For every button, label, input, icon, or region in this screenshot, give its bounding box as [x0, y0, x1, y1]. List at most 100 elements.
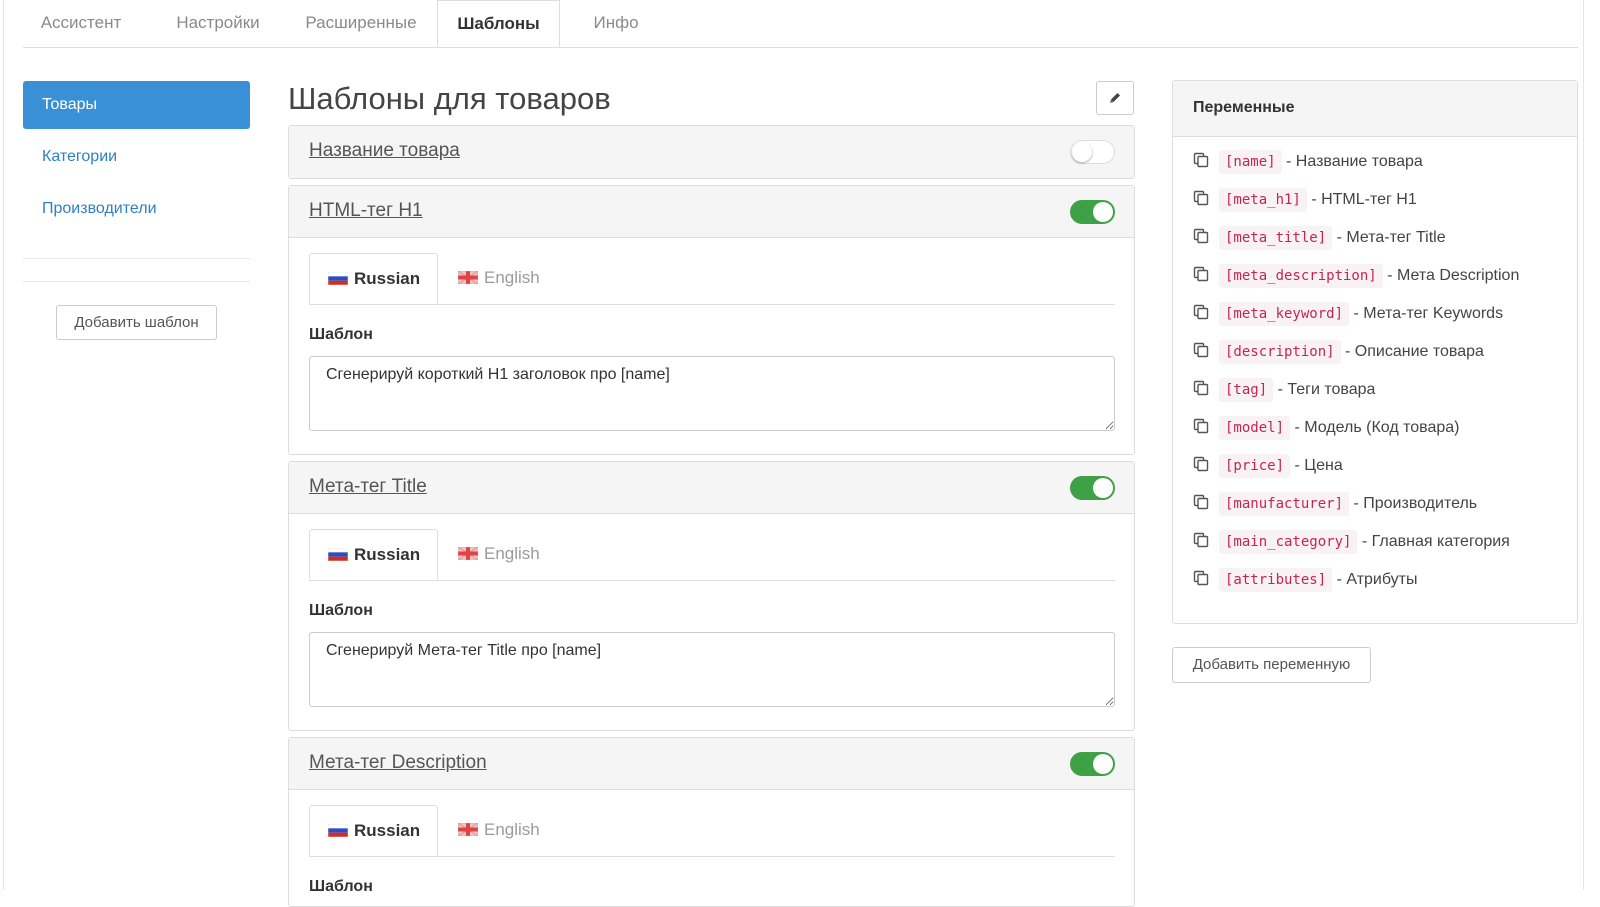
copy-icon[interactable] — [1193, 456, 1209, 472]
tab-english[interactable]: English — [458, 805, 540, 856]
tab-english[interactable]: English — [458, 253, 540, 304]
page-title: Шаблоны для товаров — [288, 81, 611, 116]
variable-description: - Производитель — [1353, 495, 1478, 512]
variable-code[interactable]: [meta_description] — [1219, 264, 1383, 288]
edit-button[interactable] — [1096, 81, 1134, 115]
pencil-icon — [1110, 93, 1120, 103]
tab-english[interactable]: English — [458, 529, 540, 580]
panel-header: Мета-тег Description — [289, 738, 1134, 790]
variable-code[interactable]: [manufacturer] — [1219, 492, 1350, 516]
russia-flag-icon — [328, 272, 348, 286]
copy-icon[interactable] — [1193, 266, 1209, 282]
variable-code[interactable]: [main_category] — [1219, 530, 1358, 554]
template-label: Шаблон — [309, 602, 373, 619]
language-tabs: Russian English — [309, 529, 1115, 581]
tab-info[interactable]: Инфо — [580, 0, 652, 47]
variable-item: [tag] - Теги товара — [1193, 375, 1375, 405]
enable-toggle[interactable] — [1070, 476, 1115, 500]
toggle-knob — [1093, 754, 1113, 774]
variable-item: [meta_description] - Мета Description — [1193, 261, 1519, 291]
variable-code[interactable]: [meta_title] — [1219, 226, 1333, 250]
toggle-knob — [1093, 478, 1113, 498]
page-border-left — [3, 0, 4, 890]
template-label: Шаблон — [309, 878, 373, 895]
copy-icon[interactable] — [1193, 190, 1209, 206]
tab-assistant[interactable]: Ассистент — [23, 0, 139, 47]
copy-icon[interactable] — [1193, 494, 1209, 510]
template-panel-meta-title: Мета-тег Title Russian English Шаблон — [288, 461, 1135, 731]
uk-flag-icon — [458, 271, 478, 285]
template-panel-name: Название товара — [288, 125, 1135, 179]
copy-icon[interactable] — [1193, 152, 1209, 168]
template-label: Шаблон — [309, 326, 373, 343]
copy-icon[interactable] — [1193, 380, 1209, 396]
tab-russian[interactable]: Russian — [309, 529, 438, 580]
top-tabs: Ассистент Настройки Расширенные Шаблоны … — [23, 0, 1578, 48]
template-input[interactable] — [309, 632, 1115, 707]
template-panel-h1: HTML-тег H1 Russian English Шаблон — [288, 185, 1135, 455]
copy-icon[interactable] — [1193, 228, 1209, 244]
variables-title: Переменные — [1193, 99, 1295, 116]
variable-item: [attributes] - Атрибуты — [1193, 565, 1418, 595]
template-input[interactable] — [309, 356, 1115, 431]
variable-item: [meta_title] - Мета-тег Title — [1193, 223, 1446, 253]
panel-title[interactable]: Мета-тег Title — [309, 476, 427, 498]
copy-icon[interactable] — [1193, 532, 1209, 548]
enable-toggle[interactable] — [1070, 752, 1115, 776]
variable-item: [name] - Название товара — [1193, 147, 1423, 177]
panel-header: HTML-тег H1 — [289, 186, 1134, 238]
add-variable-button[interactable]: Добавить переменную — [1172, 647, 1371, 683]
sidebar-item-manufacturers[interactable]: Производители — [23, 185, 250, 233]
sidebar-item-products[interactable]: Товары — [23, 81, 250, 129]
enable-toggle[interactable] — [1070, 140, 1115, 164]
language-tabs: Russian English — [309, 253, 1115, 305]
variable-item: [description] - Описание товара — [1193, 337, 1484, 367]
variables-panel: Переменные [name] - Название товара [meta… — [1172, 80, 1578, 624]
tab-templates[interactable]: Шаблоны — [437, 0, 560, 47]
variable-code[interactable]: [meta_h1] — [1219, 188, 1307, 212]
variable-description: - Атрибуты — [1336, 571, 1418, 588]
variable-item: [main_category] - Главная категория — [1193, 527, 1510, 557]
uk-flag-icon — [458, 547, 478, 561]
variable-code[interactable]: [attributes] — [1219, 568, 1333, 592]
tab-settings[interactable]: Настройки — [165, 0, 271, 47]
variable-code[interactable]: [description] — [1219, 340, 1341, 364]
uk-flag-icon — [458, 823, 478, 837]
panel-title[interactable]: Название товара — [309, 140, 460, 162]
toggle-knob — [1093, 202, 1113, 222]
panel-header: Мета-тег Title — [289, 462, 1134, 514]
variable-description: - HTML-тег H1 — [1311, 191, 1417, 208]
tab-russian[interactable]: Russian — [309, 253, 438, 304]
variable-code[interactable]: [model] — [1219, 416, 1291, 440]
variable-description: - Мета-тег Title — [1336, 229, 1446, 246]
variable-description: - Теги товара — [1277, 381, 1376, 398]
panel-title[interactable]: HTML-тег H1 — [309, 200, 423, 222]
variable-item: [price] - Цена — [1193, 451, 1343, 481]
variable-code[interactable]: [name] — [1219, 150, 1282, 174]
tab-advanced[interactable]: Расширенные — [295, 0, 427, 47]
variable-code[interactable]: [meta_keyword] — [1219, 302, 1350, 326]
variable-description: - Главная категория — [1361, 533, 1510, 550]
russia-flag-icon — [328, 548, 348, 562]
variable-code[interactable]: [tag] — [1219, 378, 1274, 402]
sidebar-divider — [23, 258, 250, 259]
copy-icon[interactable] — [1193, 570, 1209, 586]
enable-toggle[interactable] — [1070, 200, 1115, 224]
sidebar-item-categories[interactable]: Категории — [23, 133, 250, 181]
copy-icon[interactable] — [1193, 342, 1209, 358]
variable-description: - Описание товара — [1345, 343, 1484, 360]
variable-description: - Мета Description — [1387, 267, 1520, 284]
variables-header: Переменные — [1173, 81, 1577, 137]
variable-description: - Мета-тег Keywords — [1353, 305, 1504, 322]
copy-icon[interactable] — [1193, 304, 1209, 320]
variable-description: - Цена — [1294, 457, 1343, 474]
tab-russian[interactable]: Russian — [309, 805, 438, 856]
page-border-right — [1583, 0, 1584, 890]
panel-title[interactable]: Мета-тег Description — [309, 752, 487, 774]
variable-description: - Модель (Код товара) — [1294, 419, 1460, 436]
add-template-button[interactable]: Добавить шаблон — [56, 305, 217, 340]
template-panel-meta-description: Мета-тег Description Russian English Шаб… — [288, 737, 1135, 907]
variable-item: [meta_keyword] - Мета-тег Keywords — [1193, 299, 1503, 329]
variable-code[interactable]: [price] — [1219, 454, 1291, 478]
copy-icon[interactable] — [1193, 418, 1209, 434]
